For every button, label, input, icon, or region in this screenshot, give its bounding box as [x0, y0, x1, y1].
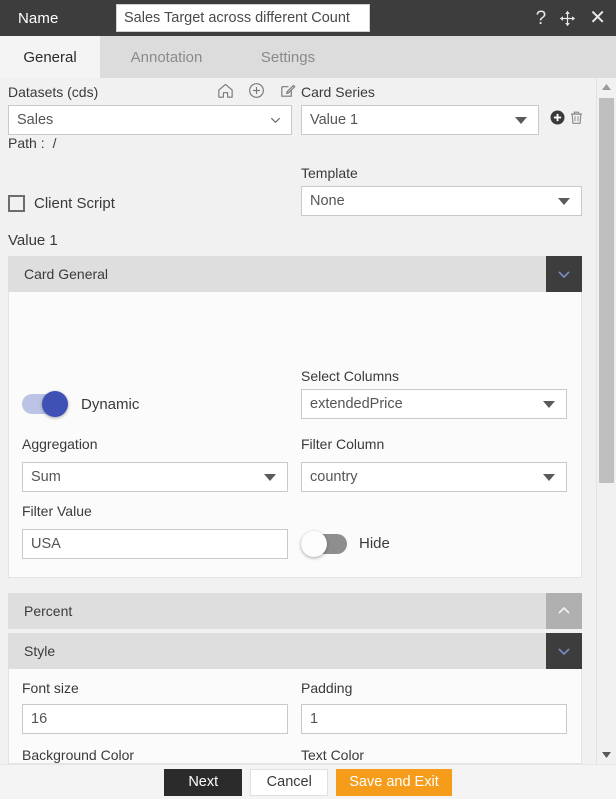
path-row: Path : /: [8, 135, 56, 151]
add-circle-filled-icon[interactable]: [549, 109, 566, 129]
hide-label: Hide: [359, 535, 390, 552]
section-card-general-title: Card General: [24, 266, 109, 282]
aggregation-value: Sum: [31, 469, 61, 485]
help-icon[interactable]: ?: [534, 9, 549, 28]
filter-column-value: country: [310, 469, 358, 485]
font-size-value: 16: [31, 711, 48, 727]
filter-value-input[interactable]: USA: [22, 529, 288, 559]
name-input-value: Sales Target across different Count: [124, 10, 350, 26]
tab-annotation[interactable]: Annotation: [100, 36, 233, 78]
card-general-chevron-down-icon[interactable]: [546, 256, 582, 292]
cancel-button[interactable]: Cancel: [250, 768, 329, 796]
home-icon[interactable]: [216, 81, 235, 103]
close-x-icon[interactable]: ✕: [587, 8, 608, 28]
datasets-select[interactable]: Sales: [8, 105, 292, 135]
section-percent-header[interactable]: Percent: [8, 593, 582, 629]
percent-chevron-up-icon[interactable]: [546, 593, 582, 629]
padding-value: 1: [310, 711, 319, 727]
padding-label: Padding: [301, 680, 353, 696]
scroll-down-arrow-icon[interactable]: [597, 746, 616, 764]
name-input[interactable]: Sales Target across different Count: [116, 4, 370, 32]
section-style-body: Font size 16 Padding 1 Background Color …: [8, 669, 582, 764]
aggregation-label: Aggregation: [22, 436, 98, 452]
hide-toggle-knob: [301, 531, 327, 557]
next-button-label: Next: [188, 774, 219, 790]
aggregation-select[interactable]: Sum: [22, 462, 288, 492]
save-and-exit-button-label: Save and Exit: [349, 774, 439, 790]
section-style-header[interactable]: Style: [8, 633, 582, 669]
settings-panel: Datasets (cds) Sales Path: / Card Serie…: [0, 78, 596, 764]
template-label: Template: [301, 165, 358, 181]
caret-down-icon: [264, 474, 276, 481]
datasets-select-value: Sales: [17, 112, 54, 128]
template-select[interactable]: None: [301, 186, 582, 216]
filter-value-text: USA: [31, 536, 61, 552]
section-card-general-body: Dynamic Select Columns extendedPrice Agg…: [8, 292, 582, 578]
tab-general[interactable]: General: [0, 36, 100, 78]
value-heading: Value 1: [8, 232, 58, 249]
datasets-label: Datasets (cds): [8, 84, 99, 100]
padding-input[interactable]: 1: [301, 704, 567, 734]
name-label: Name: [18, 9, 59, 27]
dynamic-label: Dynamic: [81, 396, 140, 413]
datasets-toolbar: [216, 81, 297, 103]
window-controls: ? ✕: [534, 0, 608, 36]
chevron-down-icon: [270, 117, 281, 124]
select-columns-label: Select Columns: [301, 368, 400, 384]
save-and-exit-button[interactable]: Save and Exit: [336, 768, 452, 796]
scrollbar-thumb[interactable]: [599, 98, 614, 483]
path-label: Path :: [8, 135, 45, 151]
caret-down-icon: [558, 198, 570, 205]
font-size-input[interactable]: 16: [22, 704, 288, 734]
card-series-select[interactable]: Value 1: [301, 105, 539, 135]
client-script-checkbox[interactable]: [8, 195, 25, 212]
filter-value-label: Filter Value: [22, 503, 92, 519]
vertical-scrollbar[interactable]: [596, 78, 616, 764]
scroll-up-arrow-icon[interactable]: [597, 78, 616, 96]
move-arrows-icon[interactable]: [559, 10, 576, 27]
trash-icon[interactable]: [568, 109, 585, 129]
path-value: /: [52, 135, 57, 151]
dynamic-toggle[interactable]: [22, 391, 68, 417]
client-script-label: Client Script: [34, 195, 115, 212]
caret-down-icon: [543, 401, 555, 408]
font-size-label: Font size: [22, 680, 79, 696]
edit-icon[interactable]: [278, 81, 297, 103]
tab-annotation-label: Annotation: [130, 48, 203, 66]
dialog-footer: Next Cancel Save and Exit: [0, 764, 616, 799]
tab-settings-label: Settings: [260, 48, 316, 66]
caret-down-icon: [515, 117, 527, 124]
card-series-label: Card Series: [301, 84, 375, 100]
caret-down-icon: [543, 474, 555, 481]
tab-settings[interactable]: Settings: [233, 36, 343, 78]
background-color-label: Background Color: [22, 747, 135, 763]
template-value: None: [310, 193, 345, 209]
cancel-button-label: Cancel: [266, 774, 312, 790]
section-card-general-header[interactable]: Card General: [8, 256, 582, 292]
select-columns-select[interactable]: extendedPrice: [301, 389, 567, 419]
filter-column-select[interactable]: country: [301, 462, 567, 492]
add-circle-icon[interactable]: [247, 81, 266, 103]
text-color-label: Text Color: [301, 747, 365, 763]
tab-bar: General Annotation Settings: [0, 36, 616, 78]
select-columns-value: extendedPrice: [310, 396, 403, 412]
section-percent-title: Percent: [24, 603, 73, 619]
style-chevron-down-icon[interactable]: [546, 633, 582, 669]
tab-general-label: General: [23, 48, 77, 66]
hide-toggle[interactable]: [301, 531, 347, 557]
section-style-title: Style: [24, 643, 56, 659]
next-button[interactable]: Next: [164, 768, 243, 796]
filter-column-label: Filter Column: [301, 436, 385, 452]
card-editor-dialog: Name Sales Target across different Count…: [0, 0, 616, 799]
title-bar: Name Sales Target across different Count…: [0, 0, 616, 36]
card-series-value: Value 1: [310, 112, 359, 128]
dynamic-toggle-knob: [42, 391, 68, 417]
